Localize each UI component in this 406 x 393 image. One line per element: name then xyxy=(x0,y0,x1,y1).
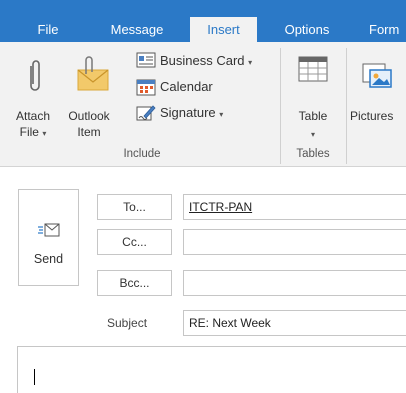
table-label: Table xyxy=(298,109,328,123)
tab-format[interactable]: Form xyxy=(369,19,406,42)
group-label-tables: Tables xyxy=(296,148,330,160)
calendar-button[interactable]: Calendar xyxy=(136,76,276,98)
business-card-icon xyxy=(136,52,156,68)
cc-button[interactable]: Cc... xyxy=(97,229,172,255)
to-field[interactable]: ITCTR-PAN xyxy=(183,194,406,220)
chevron-down-icon: ▾ xyxy=(248,58,253,67)
tab-options[interactable]: Options xyxy=(275,19,339,42)
subject-field[interactable]: RE: Next Week xyxy=(183,310,406,336)
business-card-button[interactable]: Business Card ▾ xyxy=(136,50,276,72)
pictures-button[interactable]: Pictures xyxy=(350,50,406,142)
message-body[interactable] xyxy=(17,346,406,393)
subject-label: Subject xyxy=(107,316,148,330)
group-separator xyxy=(280,48,281,164)
group-separator xyxy=(346,48,347,164)
recipient-chip[interactable]: ITCTR-PAN xyxy=(189,200,252,214)
tab-message[interactable]: Message xyxy=(103,19,171,42)
text-cursor xyxy=(34,369,35,385)
calendar-label: Calendar xyxy=(160,79,213,94)
table-icon xyxy=(298,56,328,82)
bcc-button[interactable]: Bcc... xyxy=(97,270,172,296)
chevron-down-icon: ▾ xyxy=(219,110,224,119)
bcc-field[interactable] xyxy=(183,270,406,296)
attach-file-button[interactable]: Attach File ▾ xyxy=(6,50,60,142)
group-label-include: Include xyxy=(123,148,161,160)
send-button[interactable]: Send xyxy=(18,189,79,286)
tab-insert[interactable]: Insert xyxy=(190,17,257,42)
envelope-paperclip-icon xyxy=(77,56,109,91)
attach-file-label-1: Attach xyxy=(15,109,51,123)
table-button[interactable]: Table ▾ xyxy=(284,50,342,142)
send-label: Send xyxy=(33,252,64,266)
pictures-label: Pictures xyxy=(350,109,394,123)
business-card-label: Business Card xyxy=(160,53,245,68)
cc-field[interactable] xyxy=(183,229,406,255)
signature-icon xyxy=(136,105,156,121)
tab-file[interactable]: File xyxy=(28,19,68,42)
signature-label: Signature xyxy=(160,105,216,120)
pictures-icon xyxy=(362,63,392,88)
send-icon xyxy=(38,223,60,237)
ribbon: Attach File ▾ Outlook Item Business Card… xyxy=(0,42,406,167)
to-button[interactable]: To... xyxy=(97,194,172,220)
calendar-icon xyxy=(136,79,156,96)
outlook-item-button[interactable]: Outlook Item xyxy=(60,50,118,142)
chevron-down-icon: ▾ xyxy=(42,129,47,138)
outlook-item-label-1: Outlook xyxy=(68,109,110,123)
paperclip-icon xyxy=(30,60,40,91)
outlook-item-label-2: Item xyxy=(77,125,101,139)
chevron-down-icon: ▾ xyxy=(310,130,315,139)
attach-file-label-2: File xyxy=(19,125,39,139)
ribbon-tab-bar: File Message Insert Options Form xyxy=(0,0,406,42)
signature-button[interactable]: Signature ▾ xyxy=(136,102,276,124)
